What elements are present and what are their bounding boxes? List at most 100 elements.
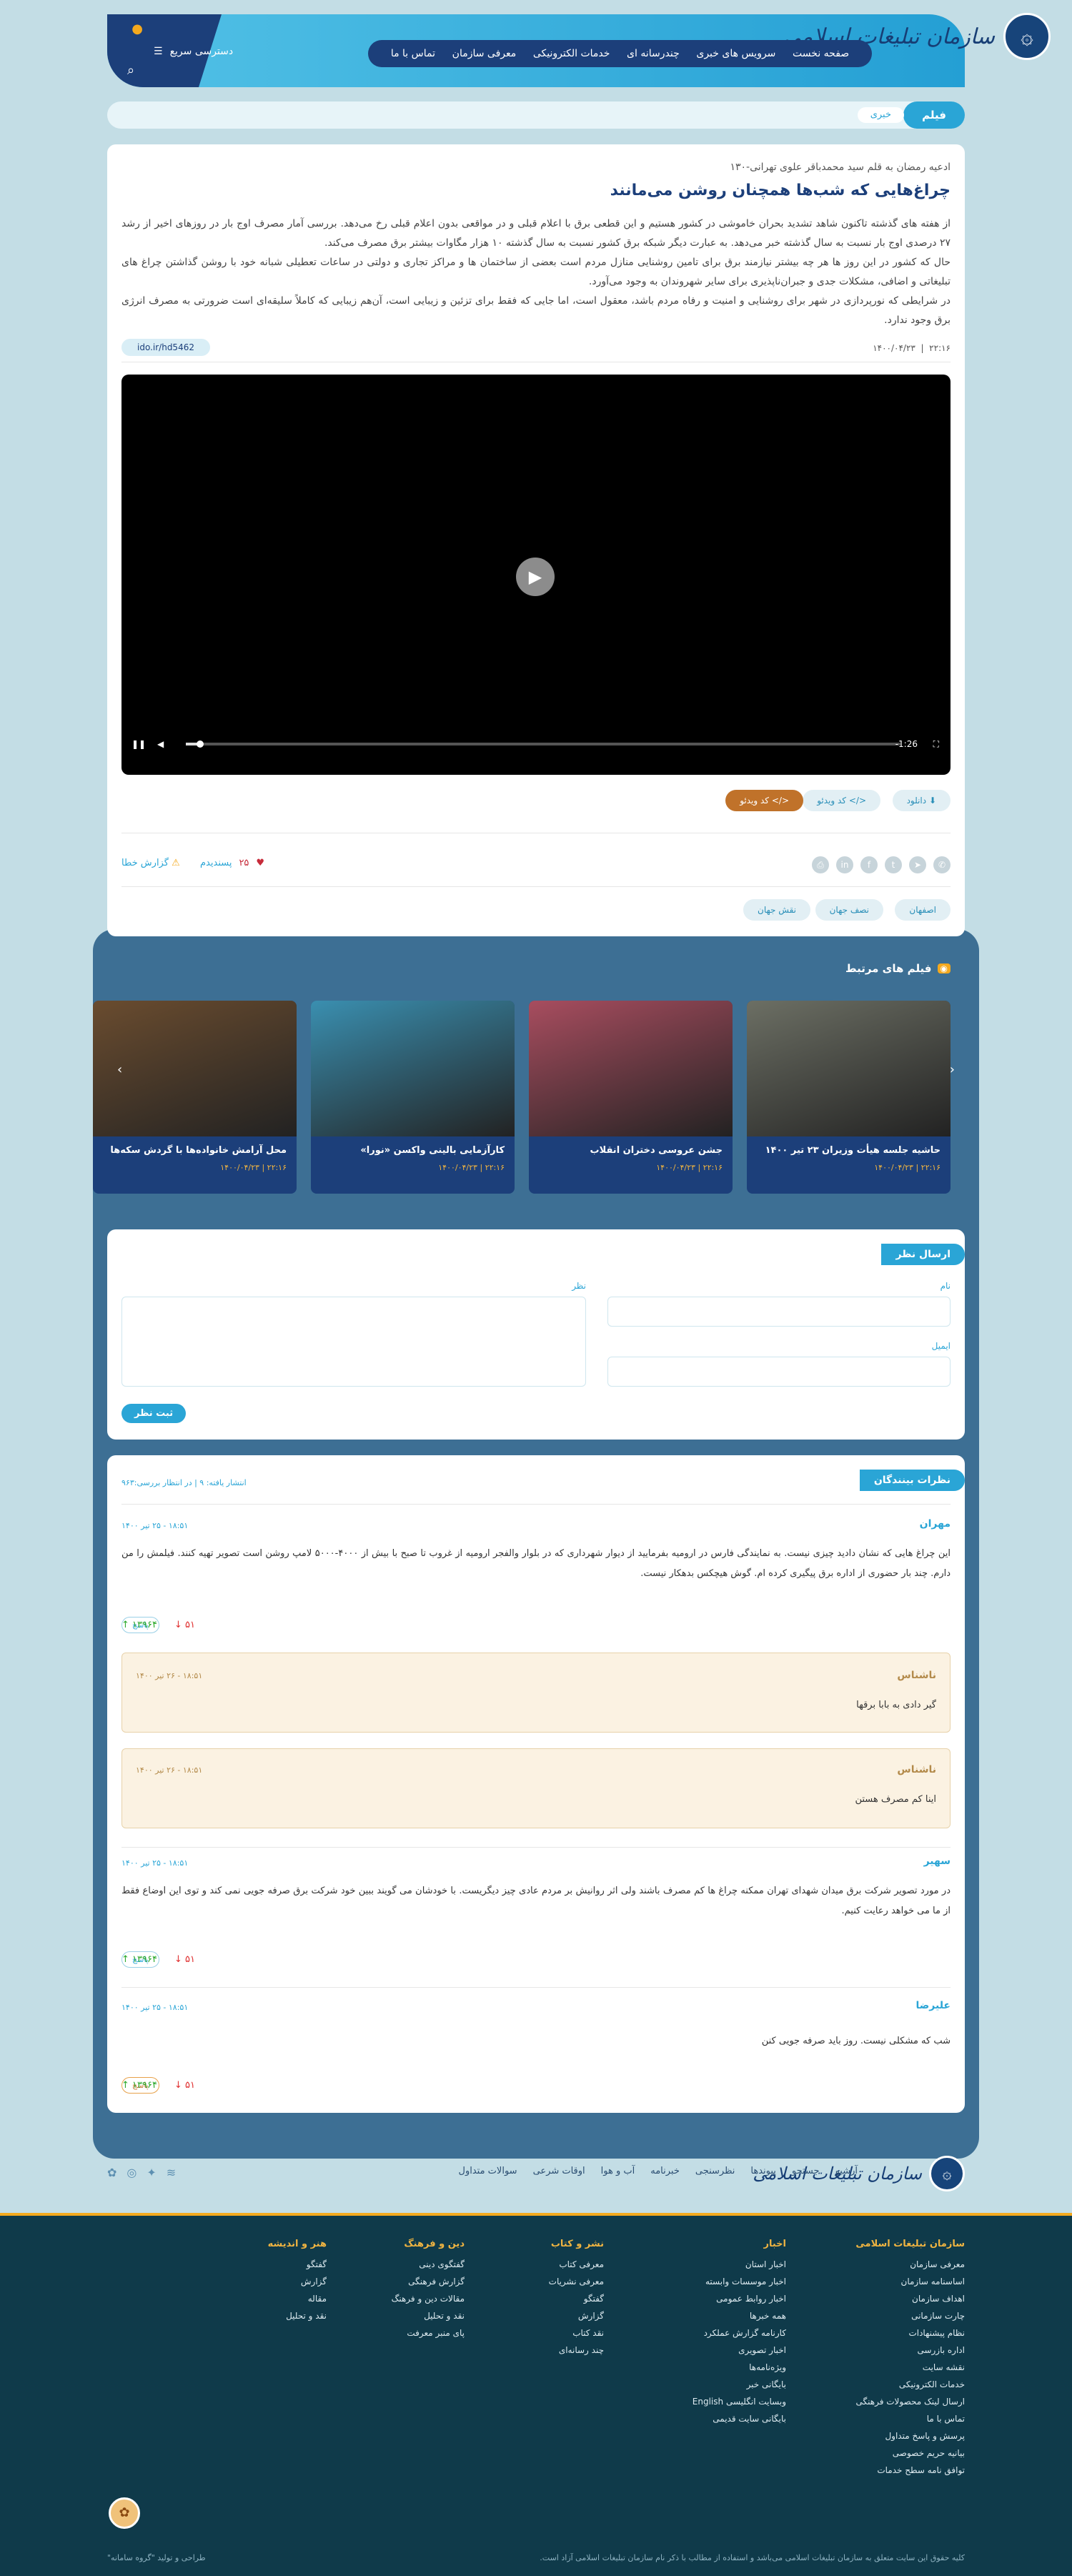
report-error[interactable]: ⚠ گزارش خطا: [121, 858, 180, 868]
nav-multimedia[interactable]: چندرسانه ای: [627, 48, 680, 59]
footer-col-link[interactable]: نقد کتاب: [549, 2328, 604, 2338]
downvote-button[interactable]: ↓ ۵۱: [174, 1954, 195, 1965]
footer-link[interactable]: پیوندها: [750, 2166, 776, 2176]
footer-col-link[interactable]: گفتگوی دینی: [392, 2259, 465, 2269]
footer-col-link[interactable]: مقالات دین و فرهنگ: [392, 2294, 465, 2304]
footer-col-link[interactable]: خدمات الکترونیکی: [855, 2379, 965, 2389]
footer-col-link[interactable]: پرسش و پاسخ متداول: [855, 2431, 965, 2441]
nav-eservices[interactable]: خدمات الکترونیکی: [533, 48, 610, 59]
footer-col-link[interactable]: مقاله: [268, 2294, 327, 2304]
footer-nav: آرشیو جستجو پیوندها نظرسنجی خبرنامه آب و…: [459, 2166, 858, 2176]
short-link[interactable]: ido.ir/hd5462: [121, 339, 210, 356]
footer-col-link[interactable]: نظام پیشنهادات: [855, 2328, 965, 2338]
related-card[interactable]: حاشیه جلسه هیأت وزیران ۲۳ تیر ۱۴۰۰ ۲۲:۱۶…: [747, 1001, 951, 1194]
footer-col-link[interactable]: معرفی کتاب: [549, 2259, 604, 2269]
name-input[interactable]: [607, 1297, 951, 1327]
footer-col-link[interactable]: بایگانی سایت قدیمی: [693, 2414, 786, 2424]
footer-link[interactable]: سوالات متداول: [459, 2166, 517, 2176]
search-icon[interactable]: ⌕: [127, 63, 134, 78]
downvote-button[interactable]: ↓ ۵۱: [174, 1620, 195, 1630]
nav-home[interactable]: صفحه نخست: [793, 48, 849, 59]
video-progress-knob[interactable]: [197, 740, 204, 748]
footer-col-link[interactable]: وبسایت انگلیسی English: [693, 2397, 786, 2407]
play-icon[interactable]: ▶: [516, 558, 555, 596]
footer-col-link[interactable]: چند رسانه‌ای: [549, 2345, 604, 2355]
footer-col-link[interactable]: همه خبرها: [693, 2311, 786, 2321]
footer-col-link[interactable]: اهداف سازمان: [855, 2294, 965, 2304]
like-box[interactable]: ♥ ۲۵ پسندیدم: [200, 858, 264, 868]
submit-comment-button[interactable]: ثبت نظر: [121, 1404, 187, 1423]
footer-col-link[interactable]: پای منبر معرفت: [392, 2328, 465, 2338]
footer-link[interactable]: خبرنامه: [650, 2166, 680, 2176]
footer-col-link[interactable]: بایگانی خبر: [693, 2379, 786, 2389]
downvote-button[interactable]: ↓ ۵۱: [174, 2080, 195, 2091]
tag-item[interactable]: نصف جهان: [815, 899, 883, 921]
footer-col-link[interactable]: معرفی سازمان: [855, 2259, 965, 2269]
footer-col-link[interactable]: چارت سازمانی: [855, 2311, 965, 2321]
video-progress-track[interactable]: [186, 743, 900, 745]
footer-link[interactable]: اوقات شرعی: [533, 2166, 585, 2176]
upvote-button[interactable]: ↑ ۱۳۹۶۴: [121, 1954, 157, 1965]
footer-link[interactable]: نظرسنجی: [695, 2166, 735, 2176]
footer-col-link[interactable]: اخبار روابط عمومی: [693, 2294, 786, 2304]
twitter-icon[interactable]: t: [885, 856, 902, 873]
footer-col-link[interactable]: اساسنامه سازمان: [855, 2277, 965, 2287]
upvote-button[interactable]: ↑ ۱۳۹۶۴: [121, 2080, 157, 2091]
comment-textarea[interactable]: [121, 1297, 586, 1387]
tag-item[interactable]: اصفهان: [895, 899, 951, 921]
footer-link[interactable]: آب و هوا: [601, 2166, 635, 2176]
tag-item[interactable]: نقش جهان: [743, 899, 810, 921]
nav-about[interactable]: معرفی سازمان: [452, 48, 517, 59]
instagram-icon[interactable]: ◎: [126, 2166, 137, 2179]
related-card[interactable]: محل آرامش خانواده‌ها با گردش سکه‌ها ۲۲:۱…: [93, 1001, 297, 1194]
footer-col-link[interactable]: ارسال لینک محصولات فرهنگی: [855, 2397, 966, 2407]
nav-contact[interactable]: تماس با ما: [391, 48, 435, 59]
footer-col-link[interactable]: نقد و تحلیل: [392, 2311, 465, 2321]
footer-col-link[interactable]: گزارش: [268, 2277, 327, 2287]
footer-col-link[interactable]: تماس با ما: [855, 2414, 965, 2424]
footer-col-link[interactable]: اخبار موسسات وابسته: [693, 2277, 786, 2287]
footer-col-link[interactable]: نقشه سایت: [855, 2362, 965, 2372]
footer-col-link[interactable]: گزارش: [549, 2311, 604, 2321]
footer-col-link[interactable]: اخبار تصویری: [693, 2345, 786, 2355]
pause-icon[interactable]: ❚❚: [131, 739, 146, 749]
footer-col-link[interactable]: بیانیه حریم خصوصی: [855, 2448, 965, 2458]
footer-col-link[interactable]: اداره بازرسی: [855, 2345, 965, 2355]
quick-access[interactable]: دسترسی سریع ☰: [154, 46, 233, 57]
rss-icon[interactable]: ≋: [167, 2166, 176, 2179]
upvote-button[interactable]: ↑ ۱۳۹۶۴: [121, 1620, 157, 1630]
related-card[interactable]: جشن عروسی دختران انقلاب ۲۲:۱۶ | ۱۴۰۰/۰۴/…: [529, 1001, 733, 1194]
footer-col-link[interactable]: گزارش فرهنگی: [392, 2277, 465, 2287]
footer-col-link[interactable]: اخبار استان: [693, 2259, 786, 2269]
footer-col-link[interactable]: معرفی نشریات: [549, 2277, 604, 2287]
facebook-icon[interactable]: f: [860, 856, 878, 873]
telegram-icon[interactable]: ➤: [909, 856, 926, 873]
footer-col-link[interactable]: گفتگو: [549, 2294, 604, 2304]
video-code-button[interactable]: </> کد ویدئو: [803, 790, 880, 811]
trust-badge-icon[interactable]: ✿: [109, 2497, 140, 2529]
breadcrumb-news[interactable]: خبری: [857, 107, 904, 123]
whatsapp-icon[interactable]: ✆: [933, 856, 951, 873]
nav-news[interactable]: سرویس های خبری: [696, 48, 775, 59]
email-input[interactable]: [607, 1357, 951, 1387]
volume-icon[interactable]: ◀: [157, 739, 164, 749]
footer-col-link[interactable]: کارنامه گزارش عملکرد: [693, 2328, 786, 2338]
breadcrumb-film[interactable]: فیلم: [903, 101, 965, 129]
video-code-button-alt[interactable]: </> کد ویدئو: [725, 790, 803, 811]
chevron-right-icon[interactable]: ‹: [950, 1062, 955, 1077]
footer-col-link[interactable]: گفتگو: [268, 2259, 327, 2269]
chevron-left-icon[interactable]: ›: [117, 1062, 122, 1077]
aparat-icon[interactable]: ✿: [107, 2166, 116, 2179]
user-icon[interactable]: ●: [127, 21, 143, 37]
twitter-icon[interactable]: ✦: [147, 2166, 156, 2179]
related-card[interactable]: کارآزمایی بالینی واکسن «نورا» ۲۲:۱۶ | ۱۴…: [311, 1001, 515, 1194]
fullscreen-icon[interactable]: ⛶: [933, 739, 939, 750]
print-icon[interactable]: ⎙: [812, 856, 829, 873]
linkedin-icon[interactable]: in: [836, 856, 853, 873]
footer-col-link[interactable]: نقد و تحلیل: [268, 2311, 327, 2321]
footer-link[interactable]: جستجو: [792, 2166, 820, 2176]
footer-link[interactable]: آرشیو: [835, 2166, 858, 2176]
footer-col-link[interactable]: توافق نامه سطح خدمات: [855, 2465, 965, 2475]
footer-col-link[interactable]: ویژه‌نامه‌ها: [693, 2362, 786, 2372]
download-button[interactable]: ⬇ دانلود: [892, 790, 951, 811]
